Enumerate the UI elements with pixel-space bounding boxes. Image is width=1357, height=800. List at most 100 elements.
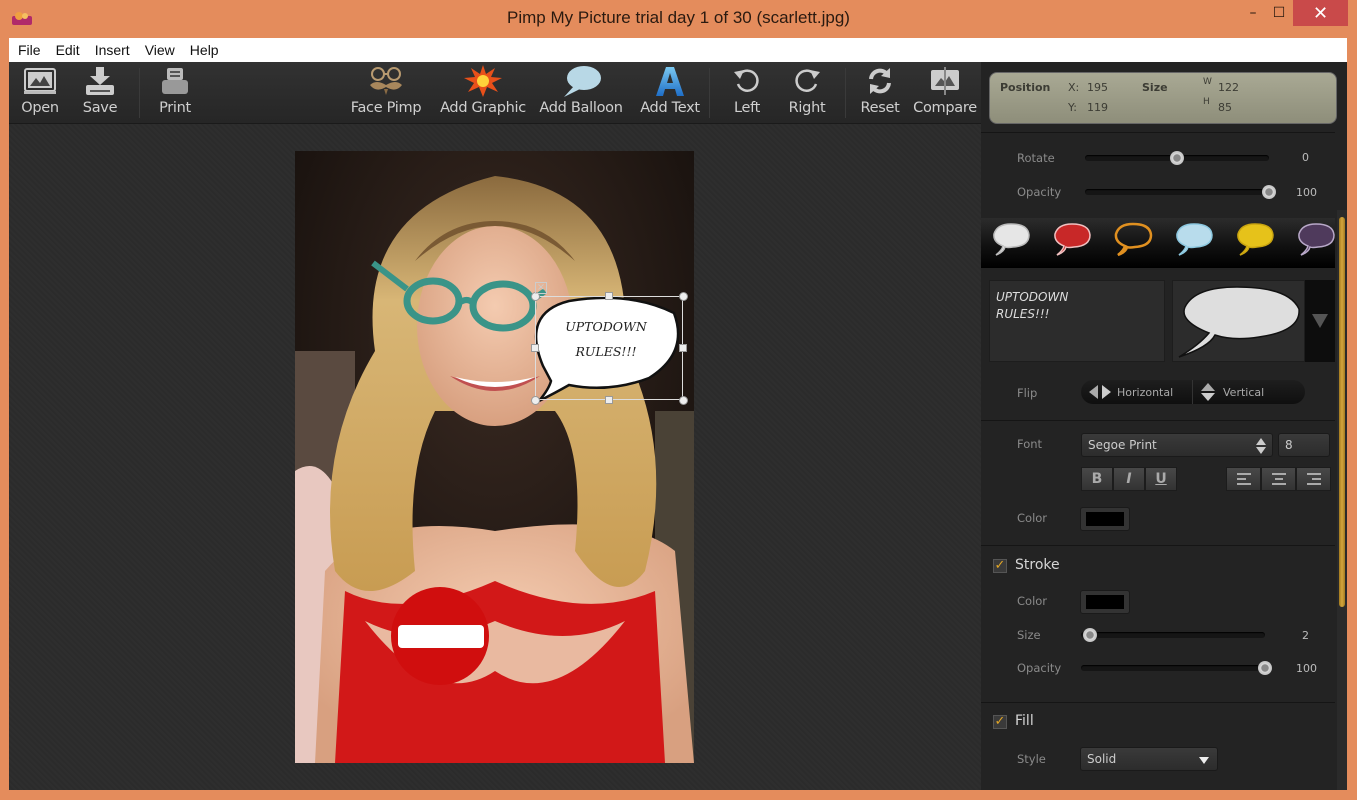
- checkmark-icon: ✓: [994, 714, 1006, 729]
- toolbar-separator: [845, 68, 846, 118]
- rotate-right-label: Right: [788, 100, 826, 116]
- x-label: X:: [1068, 81, 1080, 94]
- menu-help[interactable]: Help: [190, 42, 219, 58]
- underline-button[interactable]: U: [1145, 467, 1177, 491]
- menu-edit[interactable]: Edit: [56, 42, 80, 58]
- text-input-line: RULES!!!: [996, 307, 1050, 321]
- balloon-style-picker: [981, 218, 1335, 268]
- balloon-shape-dropdown[interactable]: [1305, 280, 1335, 362]
- bold-icon: B: [1091, 471, 1103, 487]
- bold-button[interactable]: B: [1081, 467, 1113, 491]
- compare-button[interactable]: Compare: [913, 62, 977, 124]
- stroke-opacity-value: 100: [1296, 662, 1317, 675]
- compare-label: Compare: [913, 100, 977, 116]
- properties-panel: Position X: 195 Y: 119 Size W 122 H 85 R…: [981, 62, 1347, 790]
- balloon-text-line: RULES!!!: [575, 344, 637, 359]
- delete-overlay-icon[interactable]: ×: [535, 282, 547, 294]
- transform-section: Rotate 0 Opacity 100: [981, 132, 1335, 218]
- add-graphic-label: Add Graphic: [440, 100, 526, 116]
- resize-handle-left[interactable]: [531, 344, 539, 352]
- add-balloon-button[interactable]: Add Balloon: [539, 62, 623, 124]
- font-size-input[interactable]: 8: [1278, 433, 1330, 457]
- align-left-button[interactable]: [1226, 467, 1261, 491]
- menu-view[interactable]: View: [145, 42, 175, 58]
- close-button[interactable]: ✕: [1293, 0, 1348, 26]
- resize-handle-bottom-left[interactable]: [531, 396, 540, 405]
- stroke-size-thumb[interactable]: [1083, 628, 1098, 642]
- app-window: Pimp My Picture trial day 1 of 30 (scarl…: [0, 0, 1357, 800]
- align-right-button[interactable]: [1296, 467, 1331, 491]
- balloon-text-line: UPTODOWN: [565, 319, 647, 334]
- open-button[interactable]: Open: [17, 62, 63, 124]
- align-center-button[interactable]: [1261, 467, 1296, 491]
- speech-balloon-icon: [993, 223, 1030, 256]
- fill-style-select[interactable]: Solid: [1080, 747, 1218, 771]
- flip-horizontal-icon: [1089, 385, 1111, 399]
- stroke-opacity-thumb[interactable]: [1258, 661, 1272, 675]
- rotate-right-button[interactable]: Right: [783, 62, 831, 124]
- print-button[interactable]: Print: [152, 62, 198, 124]
- canvas-area[interactable]: × UPTODOWN RULES!!!: [9, 124, 981, 790]
- text-color-swatch[interactable]: [1080, 507, 1130, 531]
- font-family-select[interactable]: Segoe Print: [1081, 433, 1273, 457]
- opacity-slider[interactable]: [1085, 185, 1276, 199]
- add-text-button[interactable]: Add Text: [637, 62, 703, 124]
- reset-refresh-icon: [869, 68, 891, 94]
- stroke-size-slider[interactable]: [1081, 628, 1265, 642]
- add-graphic-button[interactable]: Add Graphic: [439, 62, 527, 124]
- rotate-left-button[interactable]: Left: [725, 62, 769, 124]
- balloon-style-purple[interactable]: [1296, 222, 1336, 262]
- resize-handle-bottom-right[interactable]: [679, 396, 688, 405]
- glasses-mustache-icon: [370, 67, 402, 95]
- face-pimp-button[interactable]: Face Pimp: [347, 62, 425, 124]
- balloon-style-yellow[interactable]: [1235, 222, 1275, 262]
- resize-handle-top[interactable]: [605, 292, 613, 300]
- italic-button[interactable]: I: [1113, 467, 1145, 491]
- balloon-text-input[interactable]: UPTODOWN RULES!!!: [989, 280, 1165, 362]
- font-label: Font: [1017, 437, 1043, 451]
- stroke-color-swatch[interactable]: [1080, 590, 1130, 614]
- balloon-style-orange-outline[interactable]: [1113, 222, 1153, 262]
- resize-handle-top-right[interactable]: [679, 292, 688, 301]
- resize-handle-bottom[interactable]: [605, 396, 613, 404]
- toolbar-separator: [139, 68, 140, 118]
- flip-horizontal-button[interactable]: Horizontal: [1081, 380, 1193, 404]
- fill-checkbox[interactable]: ✓: [993, 715, 1007, 729]
- stroke-checkbox[interactable]: ✓: [993, 559, 1007, 573]
- rotate-slider-thumb[interactable]: [1170, 151, 1184, 165]
- reset-button[interactable]: Reset: [857, 62, 903, 124]
- position-label: Position: [1000, 81, 1051, 94]
- stroke-color-fill: [1086, 595, 1124, 609]
- stroke-title: Stroke: [1015, 557, 1060, 573]
- balloon-style-light-blue[interactable]: [1174, 222, 1214, 262]
- rotate-left-icon: [734, 69, 759, 92]
- printer-icon: [162, 68, 188, 94]
- balloon-style-white[interactable]: [991, 222, 1031, 262]
- balloon-shape-preview[interactable]: [1172, 280, 1305, 362]
- text-color-label: Color: [1017, 511, 1048, 525]
- window-title: Pimp My Picture trial day 1 of 30 (scarl…: [507, 8, 850, 27]
- x-value: 195: [1087, 81, 1108, 94]
- menu-bar: File Edit Insert View Help: [9, 38, 1347, 62]
- align-left-icon: [1236, 473, 1251, 485]
- w-value: 122: [1218, 81, 1239, 94]
- open-label: Open: [21, 100, 59, 116]
- chevron-down-icon: [1199, 757, 1209, 764]
- flip-section: Flip Horizontal Vertical: [981, 368, 1335, 418]
- photo-image[interactable]: [295, 151, 694, 763]
- balloon-style-red[interactable]: [1052, 222, 1092, 262]
- menu-insert[interactable]: Insert: [95, 42, 130, 58]
- text-a-icon: [656, 67, 684, 96]
- rotate-slider[interactable]: [1085, 151, 1269, 165]
- stroke-opacity-slider[interactable]: [1081, 661, 1272, 675]
- open-image-icon: [24, 68, 56, 94]
- panel-scrollbar-thumb[interactable]: [1339, 217, 1345, 607]
- compare-images-icon: [931, 67, 959, 95]
- save-button[interactable]: Save: [77, 62, 123, 124]
- maximize-icon: ☐: [1272, 5, 1286, 21]
- resize-handle-right[interactable]: [679, 344, 687, 352]
- menu-file[interactable]: File: [18, 42, 41, 58]
- opacity-slider-thumb[interactable]: [1262, 185, 1276, 199]
- maximize-button[interactable]: ☐: [1262, 0, 1296, 26]
- flip-vertical-button[interactable]: Vertical: [1193, 380, 1305, 404]
